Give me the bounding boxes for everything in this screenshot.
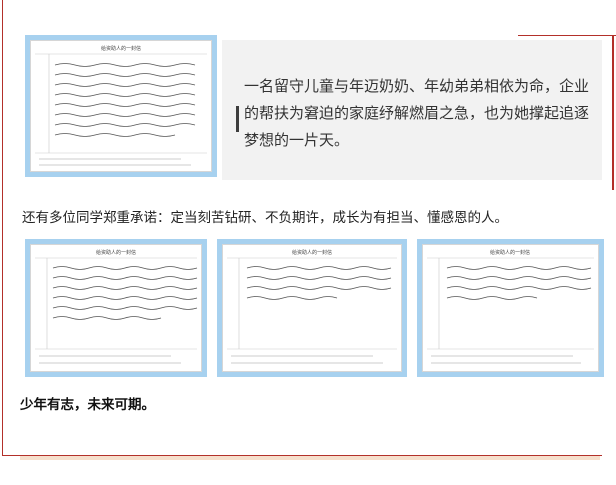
letter-1-header: 给资助人的一封信 bbox=[101, 45, 141, 52]
letter-3-header: 给资助人的一封信 bbox=[292, 249, 332, 256]
letter-2-header: 给资助人的一封信 bbox=[96, 249, 136, 256]
frame-topright-line bbox=[518, 35, 616, 36]
motto-text: 少年有志，未来可期。 bbox=[20, 397, 155, 413]
letter-image-1: 给资助人的一封信 bbox=[30, 40, 212, 172]
frame-left-line bbox=[2, 0, 3, 455]
letter-image-4: 给资助人的一封信 bbox=[422, 244, 599, 372]
pledge-text: 还有多位同学郑重承诺：定当刻苦钻研、不负期许，成长为有担当、懂感恩的人。 bbox=[22, 210, 508, 226]
quote-text: 一名留守儿童与年迈奶奶、年幼弟弟相依为命，企业的帮扶为窘迫的家庭纾解燃眉之急，也… bbox=[244, 77, 590, 149]
quote-accent-bar bbox=[236, 106, 239, 132]
quote-box: 一名留守儿童与年迈奶奶、年幼弟弟相依为命，企业的帮扶为窘迫的家庭纾解燃眉之急，也… bbox=[222, 40, 602, 180]
frame-right-line bbox=[612, 35, 614, 190]
letter-4-header: 给资助人的一封信 bbox=[490, 249, 530, 256]
letter-image-2: 给资助人的一封信 bbox=[30, 244, 202, 372]
letter-image-3: 给资助人的一封信 bbox=[222, 244, 402, 372]
frame-bottom-shadow bbox=[20, 456, 600, 460]
